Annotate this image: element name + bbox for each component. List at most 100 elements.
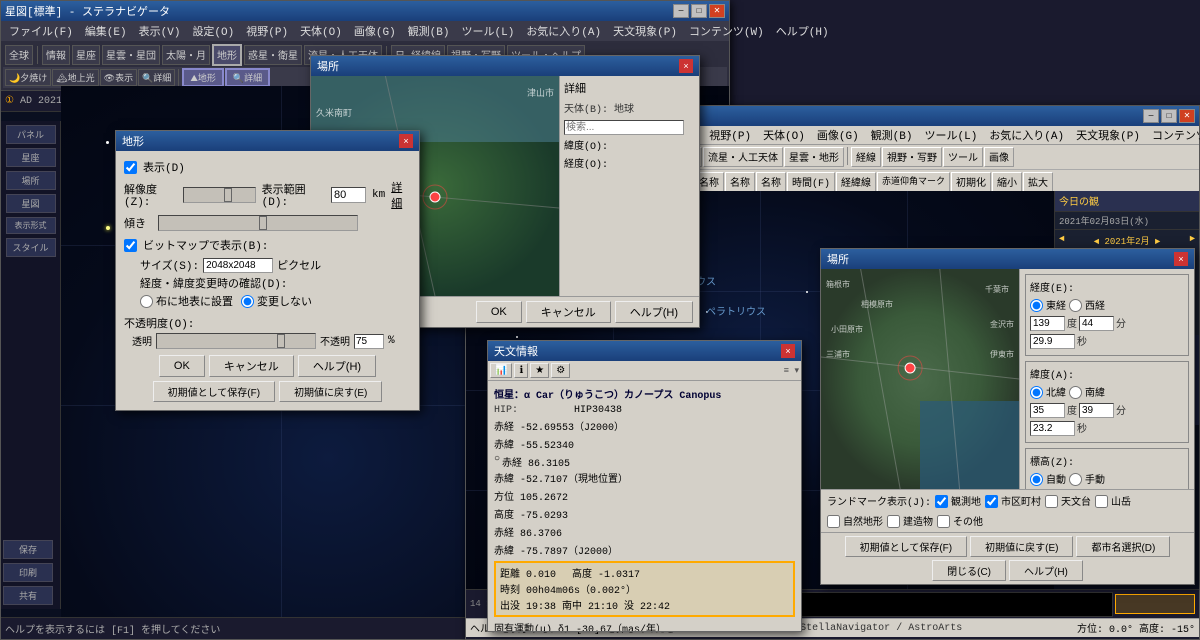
loc2-help-btn[interactable]: ヘルプ(H) xyxy=(1009,560,1083,581)
loc2-lat-sec[interactable] xyxy=(1030,421,1075,436)
terrain-range-input[interactable] xyxy=(331,187,366,203)
loc2-lat-deg[interactable] xyxy=(1030,403,1065,418)
sidebar-constellation[interactable]: 星座 xyxy=(6,148,56,167)
loc2-manual-radio[interactable] xyxy=(1069,473,1082,486)
terrain-cancel[interactable]: キャンセル xyxy=(209,355,294,377)
menu-observe-1[interactable]: 観測(B) xyxy=(402,22,456,40)
loc-ok-1[interactable]: OK xyxy=(476,301,522,323)
btn-ground[interactable]: 🏔地上光 xyxy=(52,69,98,86)
loc-detail-link[interactable]: 詳細 xyxy=(564,80,695,96)
menu-astro-1[interactable]: 天文現象(P) xyxy=(607,22,683,40)
sidebar-style[interactable]: スタイル xyxy=(6,238,56,257)
w2-btn-name2[interactable]: 名称 xyxy=(725,172,755,192)
minimize-btn-2[interactable]: ─ xyxy=(1143,109,1159,123)
maximize-btn-2[interactable]: □ xyxy=(1161,109,1177,123)
loc2-lm-city-cb[interactable] xyxy=(985,495,998,508)
loc2-lm-observe[interactable]: 観測地 xyxy=(935,493,981,509)
w2-menu-observe[interactable]: 観測(B) xyxy=(865,126,919,144)
menu-settings-1[interactable]: 設定(O) xyxy=(186,22,240,40)
w2-menu-content[interactable]: コンテンツ(W) xyxy=(1146,126,1200,144)
sidebar-location[interactable]: 場所 xyxy=(6,171,56,190)
loc2-lon-sec[interactable] xyxy=(1030,334,1075,349)
menu-scope-1[interactable]: 視野(P) xyxy=(240,22,294,40)
loc2-east-radio[interactable] xyxy=(1030,299,1043,312)
w2-btn-zoom-in[interactable]: 拡大 xyxy=(1023,172,1053,192)
cal-next[interactable]: ► xyxy=(1190,234,1195,247)
loc2-south-radio[interactable] xyxy=(1069,386,1082,399)
w2-menu-astro[interactable]: 天文現象(P) xyxy=(1070,126,1146,144)
loc2-lm-city[interactable]: 市区町村 xyxy=(985,493,1041,509)
loc2-lon-deg[interactable] xyxy=(1030,316,1065,331)
loc2-lat-min[interactable] xyxy=(1079,403,1114,418)
btn-terrain-ico[interactable]: ⛰地形 xyxy=(182,68,224,87)
btn-allsky[interactable]: 全球 xyxy=(5,45,33,65)
loc2-auto-radio[interactable] xyxy=(1030,473,1043,486)
astro-btn-star[interactable]: ★ xyxy=(530,363,549,378)
maximize-btn-1[interactable]: □ xyxy=(691,4,707,18)
w2-btn-name3[interactable]: 名称 xyxy=(756,172,786,192)
cal-prev[interactable]: ◄ xyxy=(1059,234,1064,247)
w2-btn-meteor[interactable]: 流星・人工天体 xyxy=(703,147,783,167)
loc2-north-label[interactable]: 北緯 xyxy=(1030,384,1066,400)
sidebar-starmap[interactable]: 星図 xyxy=(6,194,56,213)
minimize-btn-1[interactable]: ─ xyxy=(673,4,689,18)
loc2-lm-mountain-cb[interactable] xyxy=(1095,495,1108,508)
w2-btn-tools[interactable]: ツール xyxy=(943,147,983,167)
loc2-close-btn[interactable]: 閉じる(C) xyxy=(932,560,1006,581)
terrain-opacity-slider[interactable] xyxy=(156,333,316,349)
loc2-lon-min[interactable] xyxy=(1079,316,1114,331)
btn-display[interactable]: 👁表示 xyxy=(100,69,137,86)
w2-menu-fav[interactable]: お気に入り(A) xyxy=(983,126,1070,144)
menu-celestial-1[interactable]: 天体(O) xyxy=(294,22,348,40)
astro-close[interactable]: × xyxy=(781,344,795,358)
loc2-lm-nature[interactable]: 自然地形 xyxy=(827,513,883,529)
menu-content-1[interactable]: コンテンツ(W) xyxy=(683,22,770,40)
w2-btn-fov[interactable]: 視野・写野 xyxy=(882,147,942,167)
w2-btn-image[interactable]: 画像 xyxy=(984,147,1014,167)
loc2-west-radio[interactable] xyxy=(1069,299,1082,312)
terrain-show-cb[interactable] xyxy=(124,161,137,174)
menu-tools-1[interactable]: ツール(L) xyxy=(456,22,521,40)
w2-menu-image[interactable]: 画像(G) xyxy=(811,126,865,144)
btn-terrain-detail[interactable]: 🔍詳細 xyxy=(225,68,270,87)
loc2-lm-building[interactable]: 建造物 xyxy=(887,513,933,529)
btn-sun-moon[interactable]: 太陽・月 xyxy=(162,45,210,65)
astro-btn-info[interactable]: ℹ xyxy=(514,363,528,378)
terrain-opt1-radio[interactable] xyxy=(140,295,153,308)
w2-menu-celestial[interactable]: 天体(O) xyxy=(757,126,811,144)
w2-btn-zoom-out[interactable]: 縮小 xyxy=(992,172,1022,192)
terrain-tilt-slider[interactable] xyxy=(158,215,358,231)
terrain-help[interactable]: ヘルプ(H) xyxy=(298,355,376,377)
sidebar-share[interactable]: 共有 xyxy=(3,586,53,605)
btn-terrain[interactable]: 地形 xyxy=(212,44,242,66)
terrain-res-slider[interactable] xyxy=(183,187,255,203)
btn-nebula[interactable]: 星雲・星団 xyxy=(102,45,160,65)
w2-btn-time[interactable]: 時間(F) xyxy=(787,172,835,192)
w2-menu-tools[interactable]: ツール(L) xyxy=(919,126,984,144)
loc2-reset-btn[interactable]: 初期値に戻す(E) xyxy=(970,536,1073,557)
terrain-opt2-radio[interactable] xyxy=(241,295,254,308)
loc2-lm-other-cb[interactable] xyxy=(937,515,950,528)
sidebar-display[interactable]: 表示形式 xyxy=(6,217,56,234)
loc2-cityname-btn[interactable]: 都市名選択(D) xyxy=(1076,536,1170,557)
loc2-lm-mountain[interactable]: 山岳 xyxy=(1095,493,1131,509)
loc2-manual-label[interactable]: 手動 xyxy=(1069,471,1105,487)
loc2-south-label[interactable]: 南緯 xyxy=(1069,384,1105,400)
loc2-auto-label[interactable]: 自動 xyxy=(1030,471,1066,487)
loc2-west-label[interactable]: 西経 xyxy=(1069,297,1105,313)
terrain-bitmap-cb[interactable] xyxy=(124,239,137,252)
loc2-lm-observe-cb[interactable] xyxy=(935,495,948,508)
w2-btn-nebulashape[interactable]: 星雲・地形 xyxy=(784,147,844,167)
loc2-lm-obs[interactable]: 天文台 xyxy=(1045,493,1091,509)
terrain-opacity-input[interactable] xyxy=(354,334,384,349)
loc-dialog-close-1[interactable]: × xyxy=(679,59,693,73)
astro-btn-settings[interactable]: ⚙ xyxy=(551,363,570,378)
sidebar-panel[interactable]: パネル xyxy=(6,125,56,144)
w2-btn-altmark[interactable]: 赤道仰角マーク xyxy=(877,172,950,192)
astro-btn-chart[interactable]: 📊 xyxy=(490,363,512,378)
menu-view-1[interactable]: 表示(V) xyxy=(133,22,187,40)
loc2-lm-building-cb[interactable] xyxy=(887,515,900,528)
menu-image-1[interactable]: 画像(G) xyxy=(348,22,402,40)
loc2-save-btn[interactable]: 初期値として保存(F) xyxy=(845,536,967,557)
btn-planets[interactable]: 惑星・衛星 xyxy=(244,45,302,65)
